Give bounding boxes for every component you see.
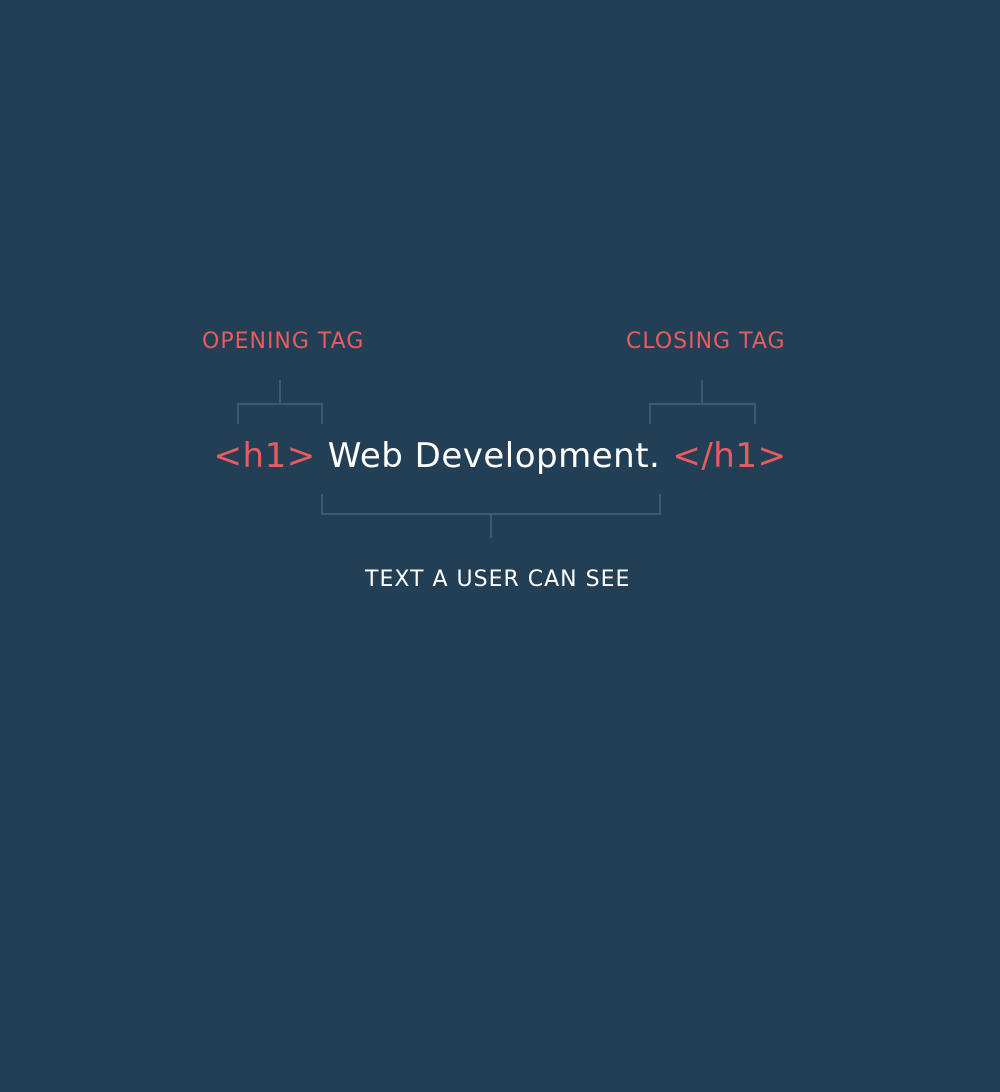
element-content-text: Web Development. [327, 436, 661, 476]
content-label: TEXT A USER CAN SEE [365, 567, 631, 592]
closing-tag-bracket [649, 380, 756, 424]
opening-tag-code: <h1> [213, 436, 316, 476]
opening-tag-bracket [237, 380, 323, 424]
content-bracket [321, 494, 661, 538]
closing-tag-label: CLOSING TAG [626, 329, 786, 354]
opening-tag-label: OPENING TAG [202, 329, 365, 354]
bracket-lines [237, 380, 756, 538]
code-example: <h1> Web Development. </h1> [0, 434, 1000, 478]
closing-tag-code: </h1> [672, 436, 787, 476]
